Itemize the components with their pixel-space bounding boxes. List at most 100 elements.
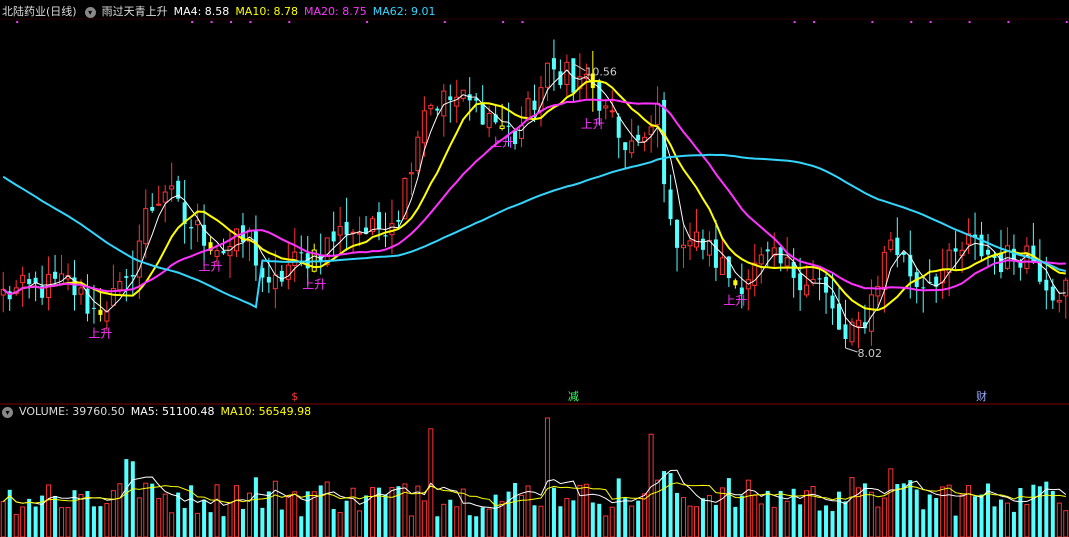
ma62-value: MA62: 9.01: [372, 5, 436, 18]
candle-body: [623, 142, 628, 151]
candle-body: [629, 140, 635, 154]
volume-bar: [538, 505, 544, 537]
candle-body: [551, 58, 556, 70]
volume-bar: [150, 483, 155, 537]
candle: [655, 86, 661, 148]
volume-bar: [888, 468, 894, 537]
candle-body: [979, 234, 984, 257]
candle: [577, 53, 583, 101]
rise-signal-label: 上升: [302, 277, 326, 291]
candle: [156, 185, 162, 206]
candle-body: [940, 270, 946, 284]
volume-bar: [623, 498, 628, 537]
volume-bar: [934, 498, 939, 537]
volume-bar: [460, 488, 466, 537]
candle-body: [78, 287, 84, 295]
candle-body: [272, 274, 278, 290]
volume-bar: [260, 507, 265, 537]
volume-bar: [616, 478, 621, 537]
volume-bar: [513, 482, 518, 537]
volume-bar: [914, 489, 919, 537]
candle-body: [681, 244, 687, 249]
volume-bar: [655, 479, 661, 537]
candle: [350, 228, 356, 253]
volume-bar: [59, 507, 65, 537]
volume-bar: [467, 515, 472, 537]
volume-bar: [590, 502, 595, 537]
candle: [544, 62, 550, 102]
candle: [221, 238, 226, 255]
volume-bar: [700, 498, 705, 537]
candle-body: [344, 221, 349, 235]
volume-bar: [849, 477, 855, 537]
candle-body: [700, 238, 705, 250]
candle-body: [648, 126, 654, 135]
collapse-circle-icon[interactable]: ▾: [2, 406, 13, 418]
candle-body: [506, 125, 511, 127]
volume-bar: [706, 495, 712, 537]
volume-bar: [233, 485, 239, 537]
candle-body: [98, 309, 103, 315]
volume-bar: [973, 496, 978, 537]
candle: [169, 162, 175, 202]
candle: [233, 228, 239, 257]
volume-bar: [1050, 490, 1055, 537]
volume-bar: [804, 490, 810, 537]
volume-bar: [156, 498, 162, 537]
candle-body: [189, 227, 194, 229]
candle: [176, 175, 181, 202]
ma20-value: MA20: 8.75: [304, 5, 367, 18]
candle-body: [655, 103, 661, 126]
candle-body: [292, 251, 298, 267]
candle: [311, 243, 317, 273]
candle: [901, 251, 906, 263]
volume-bar: [208, 512, 213, 537]
top-signal-dot: [793, 21, 796, 23]
volume-bar: [78, 493, 84, 537]
volume-bar: [506, 491, 511, 537]
volume-bar: [110, 490, 116, 537]
volume-bar: [195, 512, 201, 537]
volume-bar: [1031, 484, 1036, 537]
candle-body: [855, 319, 861, 327]
top-signal-dot: [249, 21, 252, 23]
volume-bar: [0, 501, 6, 537]
candle-body: [752, 262, 758, 286]
candle-body: [609, 110, 615, 113]
volume-bar: [798, 504, 803, 537]
volume-bar: [564, 498, 570, 537]
candle: [20, 266, 26, 307]
candle: [364, 216, 369, 235]
top-signal-dot: [1007, 21, 1010, 23]
stock-chart: 10.568.02上升上升上升上升上升上升$ 减财: [0, 18, 1069, 537]
candle-body: [525, 98, 531, 120]
candle: [408, 162, 414, 196]
volume-bar: [20, 506, 26, 537]
candle: [110, 264, 116, 307]
top-signal-dot: [210, 21, 213, 23]
candle: [285, 242, 291, 290]
volume-bar: [597, 503, 602, 537]
candle-body: [331, 231, 336, 242]
candlestick-layer[interactable]: [0, 39, 1069, 349]
volume-layer[interactable]: [0, 417, 1069, 537]
candle: [713, 220, 718, 282]
volume-bar: [519, 494, 525, 537]
collapse-circle-icon[interactable]: ▾: [84, 6, 96, 18]
candle: [253, 215, 258, 281]
candle-body: [124, 276, 129, 278]
candle: [629, 118, 635, 159]
candle-body: [499, 125, 505, 129]
volume-bar: [675, 492, 680, 537]
volume-bar: [901, 483, 906, 537]
candle-body: [266, 276, 271, 283]
stock-name: 北陆药业(日线): [2, 5, 77, 18]
volume-bar: [272, 480, 278, 537]
candle-body: [221, 250, 226, 254]
volume-bar: [240, 508, 245, 537]
candle: [402, 177, 408, 220]
candle: [208, 236, 213, 255]
volume-bar: [1024, 504, 1030, 537]
volume-value: VOLUME: 39760.50: [19, 405, 125, 418]
volume-bar: [758, 503, 764, 537]
